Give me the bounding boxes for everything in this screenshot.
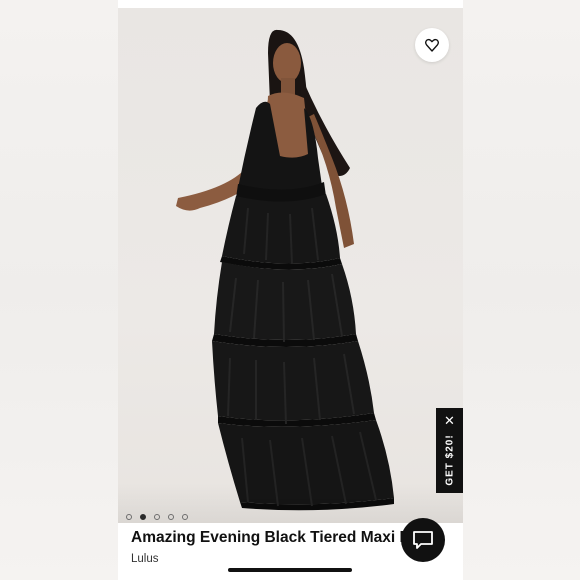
carousel-dot[interactable] (126, 514, 132, 520)
carousel-dot[interactable] (182, 514, 188, 520)
product-image[interactable] (118, 8, 463, 523)
promo-label[interactable]: GET $20! (445, 434, 456, 485)
promo-tab[interactable]: ✕ GET $20! (436, 408, 463, 493)
favorite-button[interactable] (415, 28, 449, 62)
home-indicator (228, 568, 352, 572)
carousel-dot-active[interactable] (140, 514, 146, 520)
model-in-dress-image (176, 29, 394, 511)
product-title[interactable]: Amazing Evening Black Tiered Maxi Dress (131, 529, 443, 547)
chat-bubble-icon (413, 531, 433, 549)
heart-outline-icon (425, 38, 439, 52)
carousel-dot[interactable] (168, 514, 174, 520)
phone-screen: ✕ GET $20! Amazing Evening Black Tiered … (118, 0, 463, 580)
product-brand[interactable]: Lulus (131, 553, 159, 565)
carousel-dot[interactable] (154, 514, 160, 520)
right-background (463, 0, 580, 580)
carousel-indicators (126, 514, 188, 520)
close-icon[interactable]: ✕ (436, 414, 463, 427)
chat-button[interactable] (401, 518, 445, 562)
left-background (0, 0, 118, 580)
